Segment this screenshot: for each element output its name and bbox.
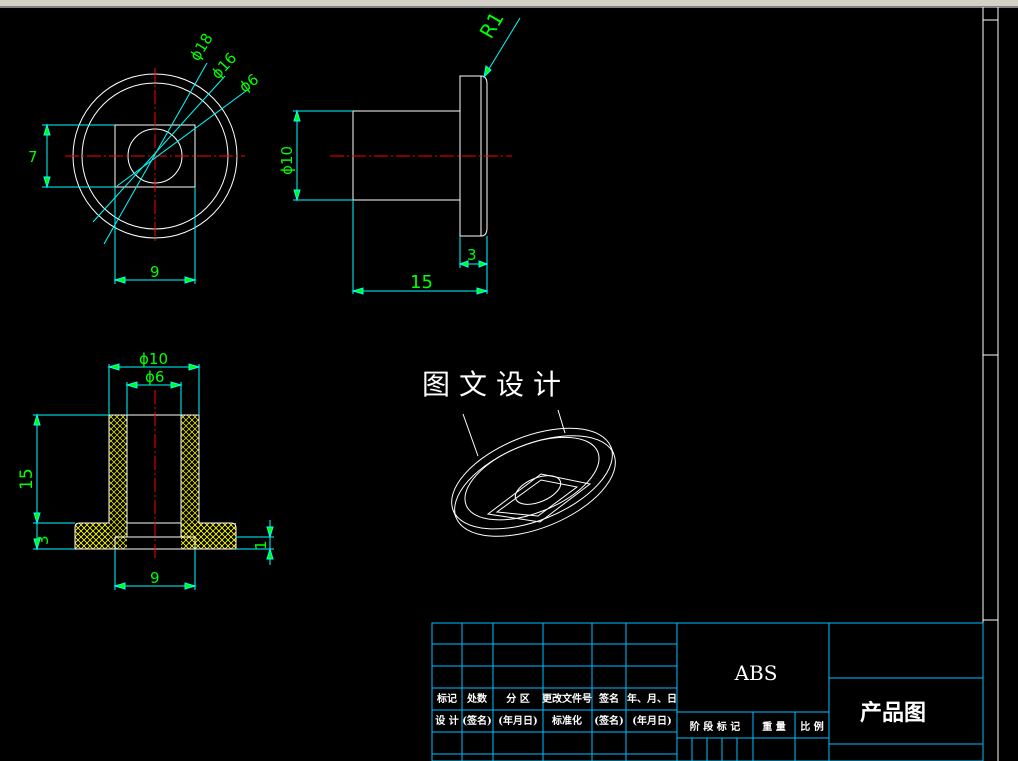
section-dim-d6-label: ϕ6 <box>145 368 164 386</box>
section-dim-15-label: 15 <box>17 468 37 490</box>
side-view: R1 ϕ10 3 15 <box>278 7 521 295</box>
window-top-strip <box>0 0 1018 6</box>
tb-header-date: 年、月、日 <box>627 692 677 705</box>
front-view-extensions <box>42 124 196 284</box>
title-block: 标记 处数 分 区 更改文件号 签名 年、月、日 设 计 (签名) (年月日) … <box>431 622 984 761</box>
tb-standardization-label: 标准化 <box>551 714 582 727</box>
tb-header-change-doc: 更改文件号 <box>542 692 592 705</box>
tb-header-count: 处数 <box>466 692 488 705</box>
front-dim-d6-label: ϕ6 <box>236 70 262 96</box>
isometric-view <box>451 409 616 537</box>
watermark-label: 图文设计 <box>422 368 570 401</box>
side-dim-3-label: 3 <box>467 246 477 264</box>
front-dim-d18-label: ϕ18 <box>186 30 217 64</box>
side-dim-r1-label: R1 <box>475 7 509 42</box>
front-dim-7-label: 7 <box>28 148 38 166</box>
tb-standardization-date: (年月日) <box>632 714 671 727</box>
tb-header-mark: 标记 <box>436 692 457 705</box>
side-dim-15-label: 15 <box>410 272 433 293</box>
section-view: ϕ10 ϕ6 15 3 1 9 <box>17 350 274 590</box>
tb-standardization-signature: (签名) <box>594 714 623 727</box>
front-dim-9-label: 9 <box>150 263 160 281</box>
tb-header-signature: 签名 <box>598 692 619 705</box>
front-view: 7 9 ϕ18 ϕ16 ϕ6 <box>28 30 262 284</box>
tb-stage-mark-label: 阶 段 标 记 <box>690 720 740 733</box>
tb-header-zone: 分 区 <box>506 692 529 705</box>
side-dim-d10-label: ϕ10 <box>278 146 296 175</box>
tb-design-label: 设 计 <box>435 714 458 727</box>
frame-ticks <box>983 19 998 621</box>
section-dims <box>33 363 274 590</box>
tb-scale-label: 比 例 <box>800 720 823 733</box>
section-dim-3-label: 3 <box>34 535 52 545</box>
title-block-grid <box>431 622 984 761</box>
cad-drawing-canvas[interactable]: 7 9 ϕ18 ϕ16 ϕ6 R1 ϕ10 3 15 ϕ10 ϕ6 15 3 1… <box>0 0 1018 761</box>
section-dim-9-label: 9 <box>150 569 160 587</box>
section-dim-1-label: 1 <box>252 540 270 550</box>
tb-material: ABS <box>734 661 778 685</box>
tb-design-signature: (签名) <box>462 714 491 727</box>
front-dim-d16-label: ϕ16 <box>208 49 241 83</box>
tb-drawing-name: 产品图 <box>860 700 926 726</box>
front-view-centerlines <box>65 68 245 244</box>
tb-design-date: (年月日) <box>498 714 537 727</box>
section-dim-d10-label: ϕ10 <box>139 350 168 368</box>
tb-weight-label: 重 量 <box>762 720 785 733</box>
